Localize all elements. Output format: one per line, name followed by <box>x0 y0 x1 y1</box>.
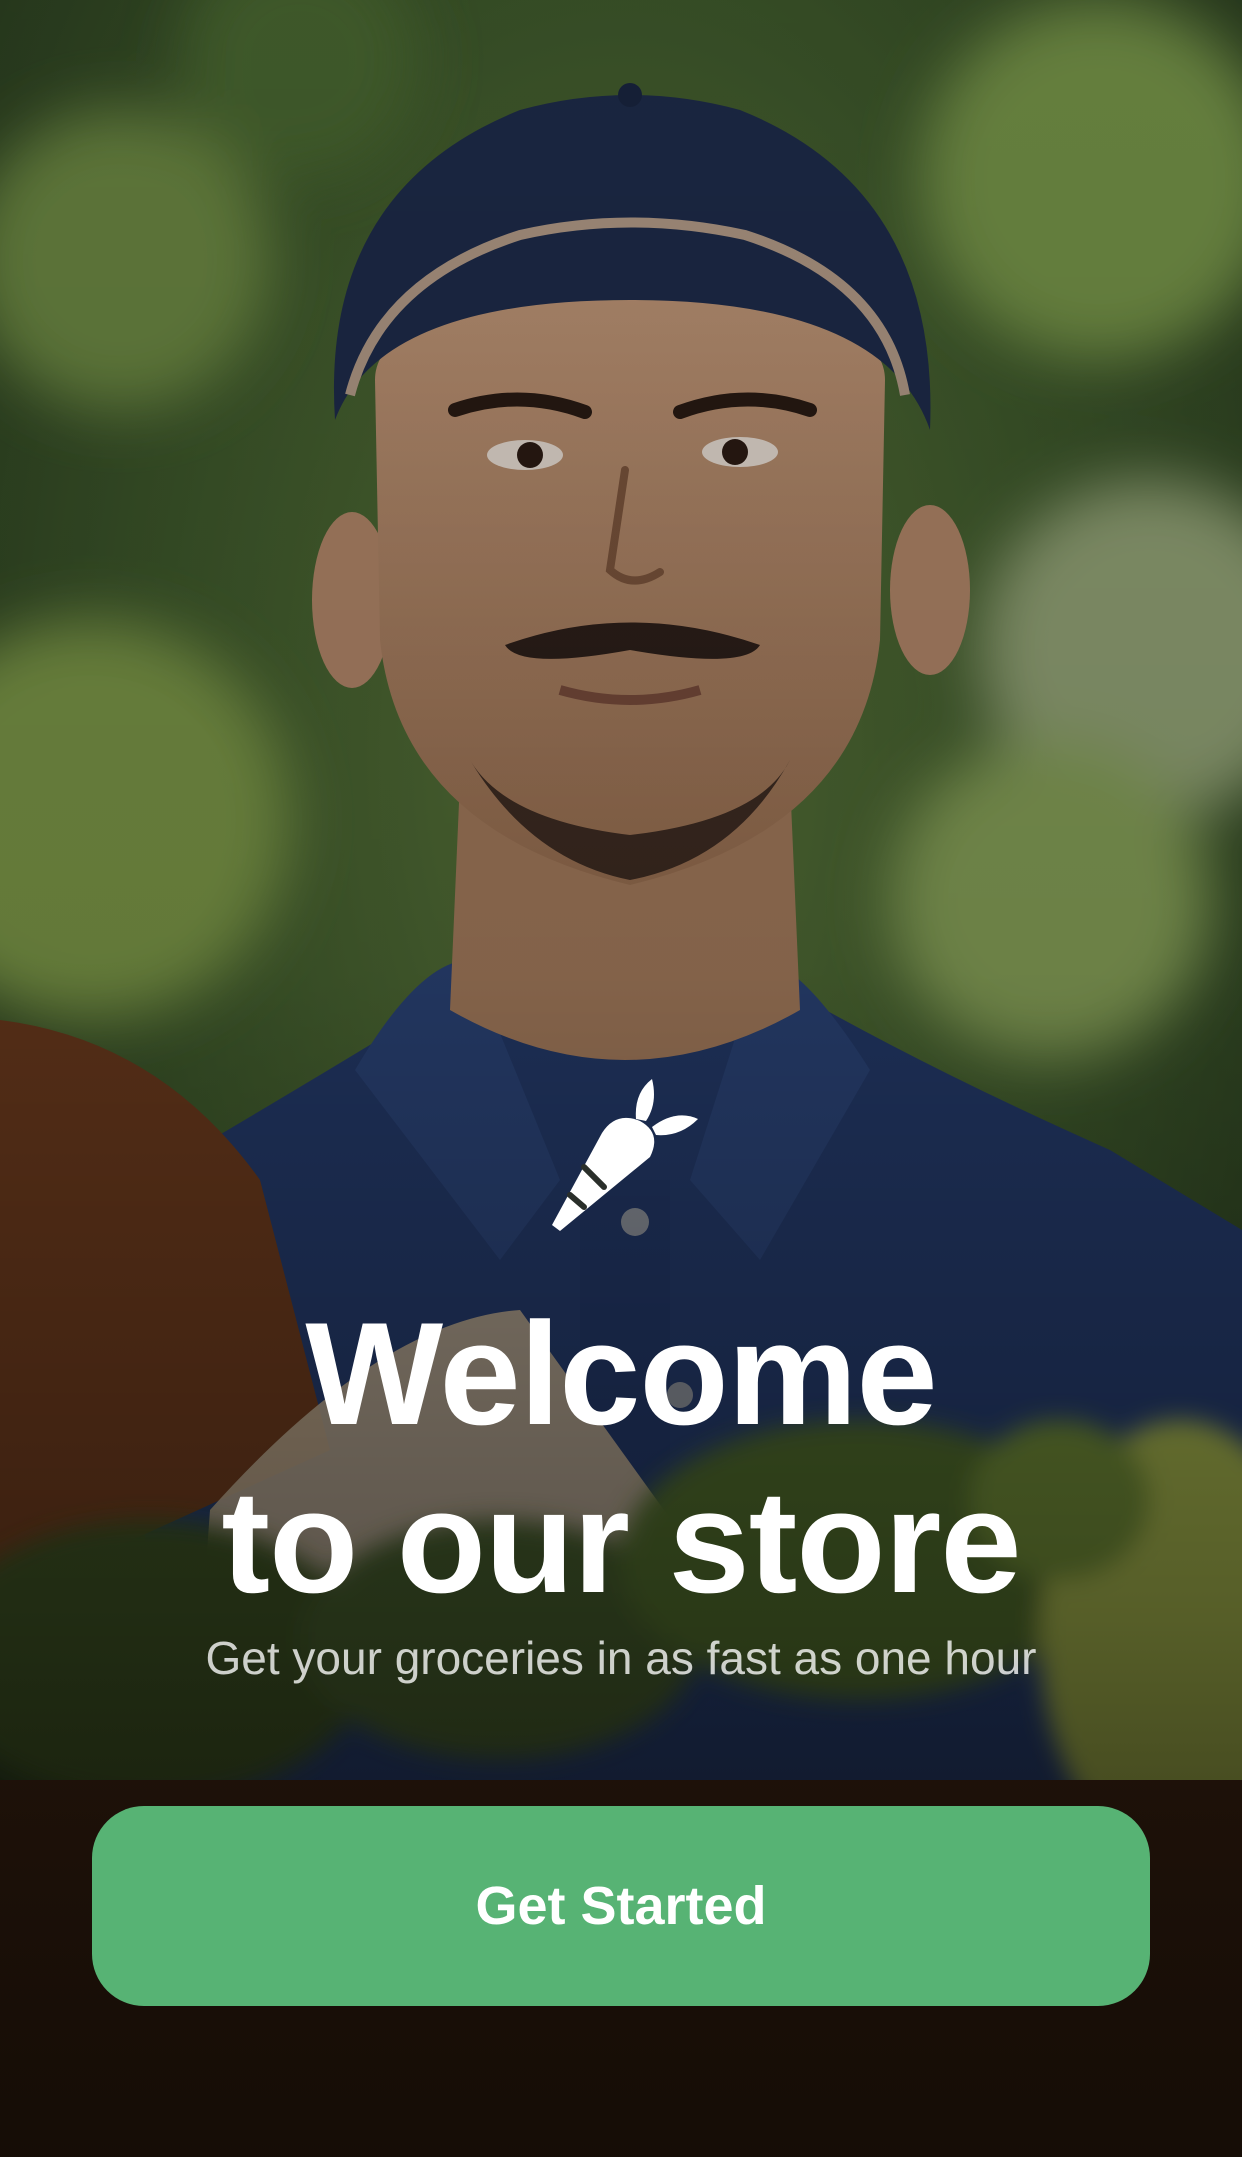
get-started-button[interactable]: Get Started <box>92 1806 1150 2006</box>
welcome-content: Welcome to our store Get your groceries … <box>0 0 1242 2157</box>
welcome-subtitle: Get your groceries in as fast as one hou… <box>205 1632 1037 1684</box>
carrot-icon <box>552 1079 698 1231</box>
welcome-title-line1: Welcome <box>305 1292 937 1455</box>
onboarding-screen: Welcome to our store Get your groceries … <box>0 0 1242 2157</box>
welcome-title-line2: to our store <box>221 1460 1021 1623</box>
